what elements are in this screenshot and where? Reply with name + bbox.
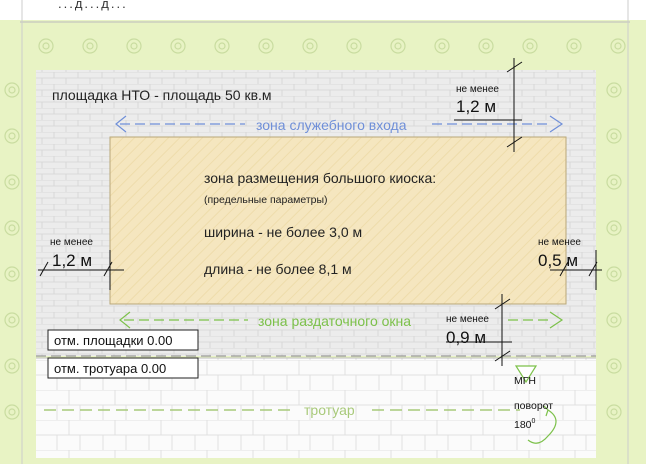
mgn-degree: 0 — [532, 418, 536, 425]
dim-left-label: не менее — [50, 237, 93, 248]
kiosk-length: длина - не более 8,1 м — [204, 261, 352, 277]
site-plan-diagram: ...д...д... площадка НТО - площадь 50 кв… — [0, 0, 646, 464]
kiosk-zone — [109, 136, 567, 305]
mgn-line1: МГН — [514, 375, 536, 387]
site-label: площадка НТО - площадь 50 кв.м — [52, 87, 272, 103]
dim-bottom-label: не менее — [446, 314, 489, 325]
dim-bottom-value: 0,9 м — [446, 328, 486, 347]
top-caption: ...д...д... — [58, 0, 128, 11]
serving-window-label: зона раздаточного окна — [258, 313, 411, 329]
kiosk-width: ширина - не более 3,0 м — [204, 224, 362, 240]
kiosk-title: зона размещения большого киоска: — [204, 170, 436, 186]
site-elevation-text: отм. площадки 0.00 — [54, 333, 172, 348]
sidewalk-label: тротуар — [304, 402, 355, 418]
dim-left-value: 1,2 м — [52, 251, 92, 270]
dim-right-label: не менее — [538, 237, 581, 248]
mgn-line2: поворот — [514, 400, 553, 412]
service-entrance-label: зона служебного входа — [256, 117, 407, 133]
site-plan-svg: ...д...д... площадка НТО - площадь 50 кв… — [0, 0, 646, 464]
mgn-angle: 180 — [514, 419, 532, 431]
dim-top-value: 1,2 м — [456, 97, 496, 116]
dim-right-value: 0,5 м — [538, 251, 578, 270]
sidewalk-elevation-text: отм. тротуара 0.00 — [54, 361, 166, 376]
kiosk-subtitle: (предельные параметры) — [204, 194, 328, 206]
dim-top-label: не менее — [456, 84, 499, 95]
